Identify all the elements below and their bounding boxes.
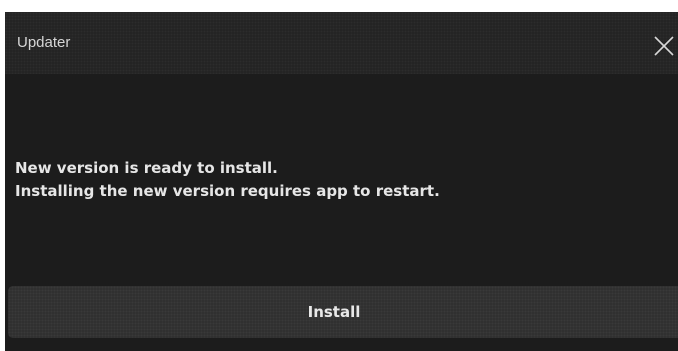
close-button[interactable] <box>644 30 678 60</box>
message-line-2: Installing the new version requires app … <box>15 182 440 200</box>
update-message: New version is ready to install. Install… <box>15 157 440 203</box>
window-title: Updater <box>17 34 71 51</box>
install-button-label: Install <box>307 303 361 321</box>
message-line-1: New version is ready to install. <box>15 159 278 177</box>
close-icon <box>654 36 674 56</box>
title-bar: Updater <box>5 12 678 74</box>
install-button[interactable]: Install <box>8 286 678 338</box>
